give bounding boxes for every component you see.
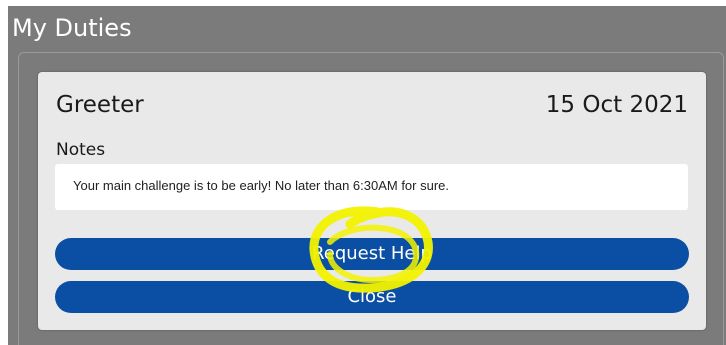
duty-card: Greeter 15 Oct 2021 Notes Your main chal…: [38, 72, 706, 330]
request-help-button[interactable]: Request Help: [55, 238, 689, 270]
duty-date: 15 Oct 2021: [545, 92, 688, 118]
close-button[interactable]: Close: [55, 281, 689, 313]
notes-label: Notes: [56, 140, 106, 160]
app-frame: My Duties Greeter 15 Oct 2021 Notes Your…: [8, 6, 726, 345]
notes-text: Your main challenge is to be early! No l…: [55, 164, 688, 210]
page-title: My Duties: [12, 14, 132, 42]
duties-panel: Greeter 15 Oct 2021 Notes Your main chal…: [18, 52, 724, 345]
duty-name: Greeter: [56, 92, 144, 118]
